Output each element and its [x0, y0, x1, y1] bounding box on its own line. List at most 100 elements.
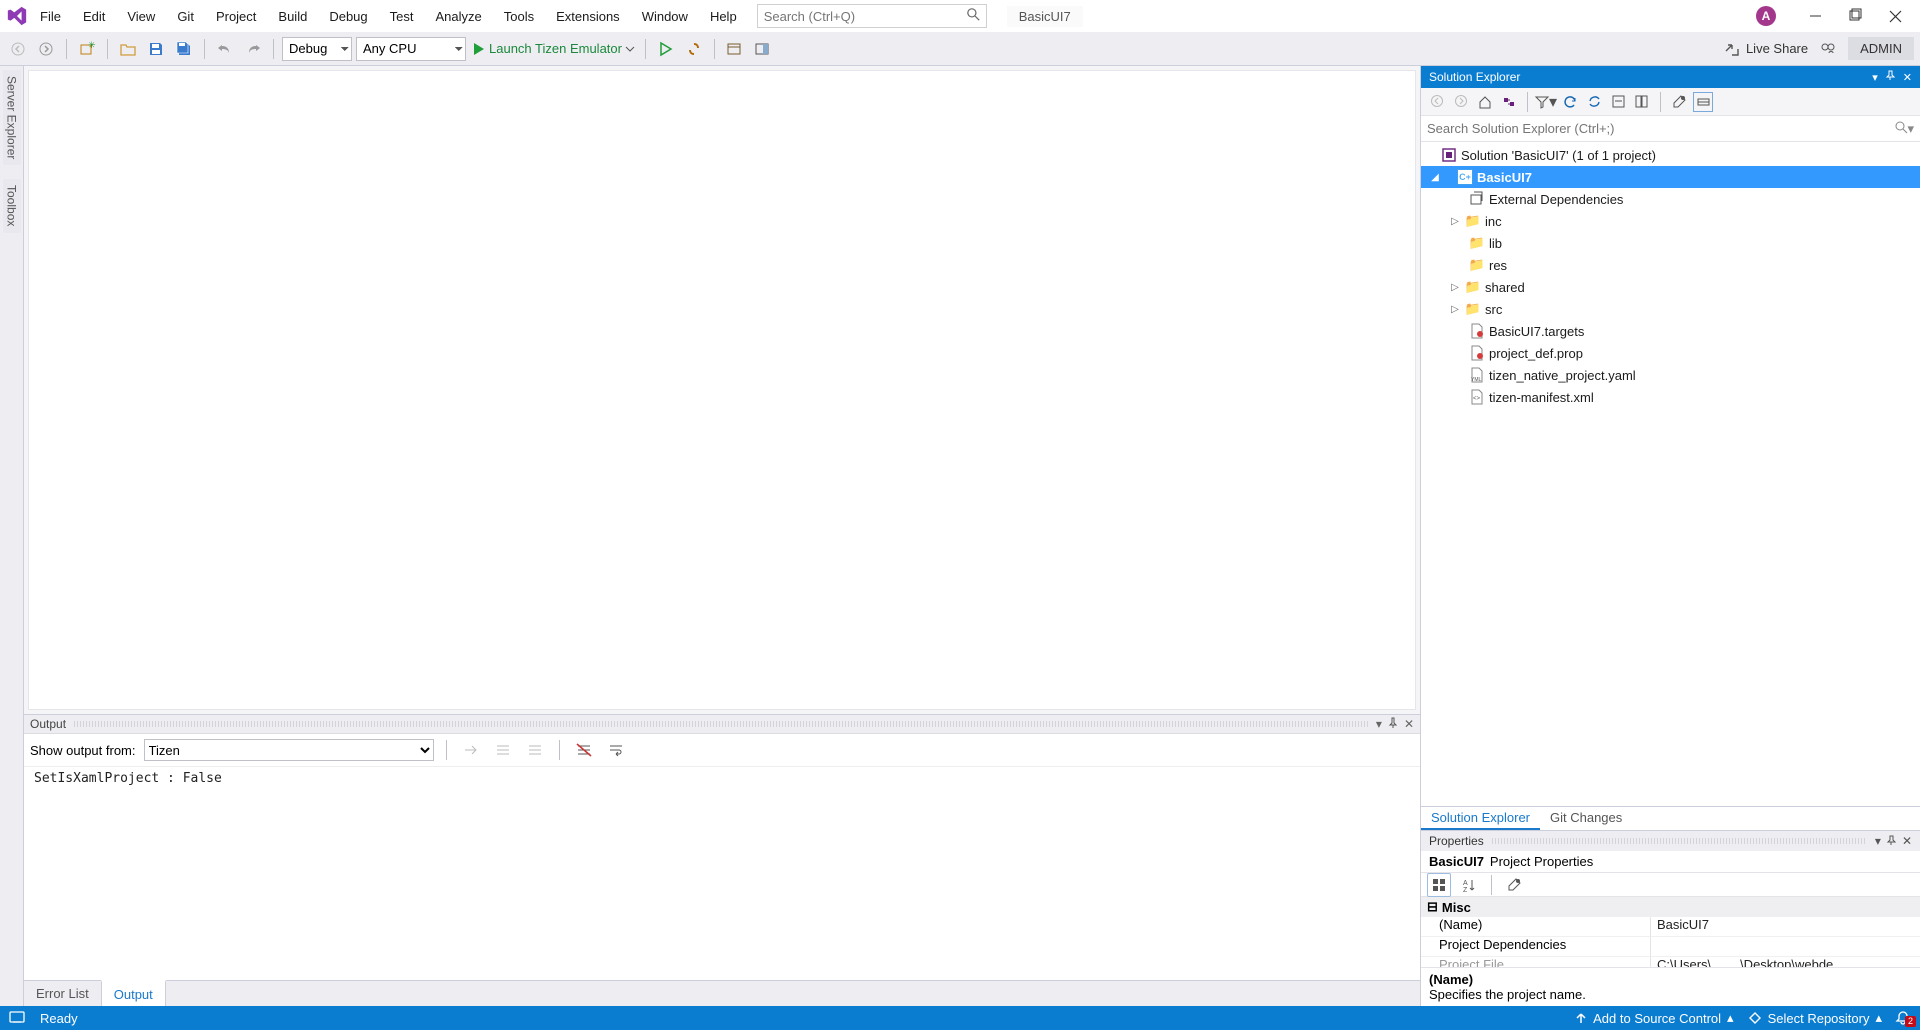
prop-value[interactable]: C:\Users\........\Desktop\webde	[1651, 957, 1920, 967]
prop-value[interactable]: BasicUI7	[1651, 917, 1920, 937]
props-close-icon[interactable]: ✕	[1902, 834, 1912, 848]
browse-button[interactable]	[723, 37, 747, 61]
solution-tree[interactable]: Solution 'BasicUI7' (1 of 1 project) ◢ C…	[1421, 142, 1920, 806]
props-alpha-button[interactable]: AZ	[1457, 873, 1481, 897]
panel-dropdown-icon[interactable]: ▾	[1376, 717, 1382, 731]
se-close-icon[interactable]: ✕	[1903, 71, 1912, 84]
se-collapse-icon[interactable]	[1608, 92, 1628, 112]
se-tab-solution-explorer[interactable]: Solution Explorer	[1421, 807, 1540, 830]
tree-res[interactable]: res	[1421, 254, 1920, 276]
panel-pin-icon[interactable]	[1388, 717, 1398, 731]
tree-solution-node[interactable]: Solution 'BasicUI7' (1 of 1 project)	[1421, 144, 1920, 166]
dock-button[interactable]	[751, 37, 775, 61]
menu-view[interactable]: View	[117, 5, 165, 28]
se-preview-icon[interactable]	[1693, 92, 1713, 112]
user-avatar[interactable]: A	[1756, 6, 1776, 26]
tree-manifest-file[interactable]: <> tizen-manifest.xml	[1421, 386, 1920, 408]
tab-output[interactable]: Output	[101, 980, 166, 1006]
tree-yaml-file[interactable]: YML tizen_native_project.yaml	[1421, 364, 1920, 386]
expander-icon[interactable]: ◢	[1429, 172, 1441, 183]
tab-error-list[interactable]: Error List	[24, 981, 101, 1006]
maximize-button[interactable]	[1836, 2, 1874, 30]
live-share-button[interactable]: Live Share	[1724, 41, 1808, 57]
output-clear-button[interactable]	[572, 738, 596, 762]
se-forward-icon[interactable]	[1451, 92, 1471, 112]
open-file-button[interactable]	[116, 37, 140, 61]
menu-extensions[interactable]: Extensions	[546, 5, 630, 28]
platform-select[interactable]: Any CPU	[356, 37, 466, 61]
status-notifications[interactable]: 2	[1896, 1011, 1910, 1025]
properties-grid[interactable]: ⊟Misc (Name)BasicUI7 Project Dependencie…	[1421, 897, 1920, 967]
menu-git[interactable]: Git	[167, 5, 204, 28]
start-debug-button[interactable]: Launch Tizen Emulator	[470, 37, 637, 61]
tree-targets-file[interactable]: BasicUI7.targets	[1421, 320, 1920, 342]
output-text[interactable]: SetIsXamlProject : False	[24, 767, 1420, 980]
tree-inc[interactable]: ▷ inc	[1421, 210, 1920, 232]
output-prev-button[interactable]	[491, 738, 515, 762]
minimize-button[interactable]	[1796, 2, 1834, 30]
se-sync-icon[interactable]	[1584, 92, 1604, 112]
menu-file[interactable]: File	[30, 5, 71, 28]
start-no-debug-button[interactable]	[654, 37, 678, 61]
expander-icon[interactable]: ▷	[1449, 304, 1461, 315]
toolbox-tab[interactable]: Toolbox	[3, 179, 21, 232]
status-output-icon[interactable]	[10, 1010, 26, 1027]
prop-key[interactable]: Project Dependencies	[1421, 937, 1651, 957]
new-project-button[interactable]: ✳	[75, 37, 99, 61]
menu-test[interactable]: Test	[380, 5, 424, 28]
se-refresh-icon[interactable]	[1560, 92, 1580, 112]
tree-project-node[interactable]: ◢ C+ BasicUI7	[1421, 166, 1920, 188]
tree-src[interactable]: ▷ src	[1421, 298, 1920, 320]
save-button[interactable]	[144, 37, 168, 61]
props-categorized-button[interactable]	[1427, 873, 1451, 897]
props-dropdown-icon[interactable]: ▾	[1875, 834, 1881, 848]
output-find-button[interactable]	[459, 738, 483, 762]
se-filter-icon[interactable]: ▾	[1536, 92, 1556, 112]
status-select-repository[interactable]: Select Repository ▴	[1748, 1010, 1882, 1026]
redo-button[interactable]	[241, 37, 265, 61]
menu-tools[interactable]: Tools	[494, 5, 544, 28]
se-search[interactable]: ▾	[1421, 116, 1920, 142]
close-button[interactable]	[1876, 2, 1914, 30]
quick-launch-input[interactable]	[764, 9, 944, 24]
collapse-icon[interactable]: ⊟	[1427, 899, 1438, 915]
tree-ext-deps[interactable]: External Dependencies	[1421, 188, 1920, 210]
menu-debug[interactable]: Debug	[319, 5, 377, 28]
tree-prop-file[interactable]: project_def.prop	[1421, 342, 1920, 364]
tree-shared[interactable]: ▷ shared	[1421, 276, 1920, 298]
output-next-button[interactable]	[523, 738, 547, 762]
menu-build[interactable]: Build	[268, 5, 317, 28]
show-output-from-select[interactable]: Tizen	[144, 739, 434, 761]
se-tab-git-changes[interactable]: Git Changes	[1540, 807, 1632, 830]
undo-button[interactable]	[213, 37, 237, 61]
se-show-all-icon[interactable]	[1632, 92, 1652, 112]
prop-key[interactable]: Project File	[1421, 957, 1651, 967]
server-explorer-tab[interactable]: Server Explorer	[3, 70, 21, 165]
nav-forward-button[interactable]	[34, 37, 58, 61]
status-add-source-control[interactable]: Add to Source Control ▴	[1575, 1010, 1733, 1026]
nav-back-button[interactable]	[6, 37, 30, 61]
feedback-button[interactable]	[1816, 37, 1840, 61]
output-wrap-button[interactable]	[604, 738, 628, 762]
menu-help[interactable]: Help	[700, 5, 747, 28]
quick-launch-search[interactable]	[757, 4, 987, 28]
props-pin-icon[interactable]	[1887, 834, 1896, 848]
menu-project[interactable]: Project	[206, 5, 266, 28]
se-search-input[interactable]	[1427, 121, 1895, 136]
tree-lib[interactable]: lib	[1421, 232, 1920, 254]
menu-window[interactable]: Window	[632, 5, 698, 28]
se-back-icon[interactable]	[1427, 92, 1447, 112]
se-dropdown-icon[interactable]: ▾	[1872, 71, 1878, 84]
config-select[interactable]: Debug	[282, 37, 352, 61]
prop-key[interactable]: (Name)	[1421, 917, 1651, 937]
se-home-icon[interactable]	[1475, 92, 1495, 112]
prop-value[interactable]	[1651, 937, 1920, 957]
hot-reload-button[interactable]	[682, 37, 706, 61]
se-pin-icon[interactable]	[1886, 71, 1895, 84]
save-all-button[interactable]	[172, 37, 196, 61]
panel-close-icon[interactable]: ✕	[1404, 717, 1414, 731]
se-properties-icon[interactable]	[1669, 92, 1689, 112]
props-wrench-icon[interactable]	[1502, 873, 1526, 897]
menu-analyze[interactable]: Analyze	[425, 5, 491, 28]
expander-icon[interactable]: ▷	[1449, 282, 1461, 293]
